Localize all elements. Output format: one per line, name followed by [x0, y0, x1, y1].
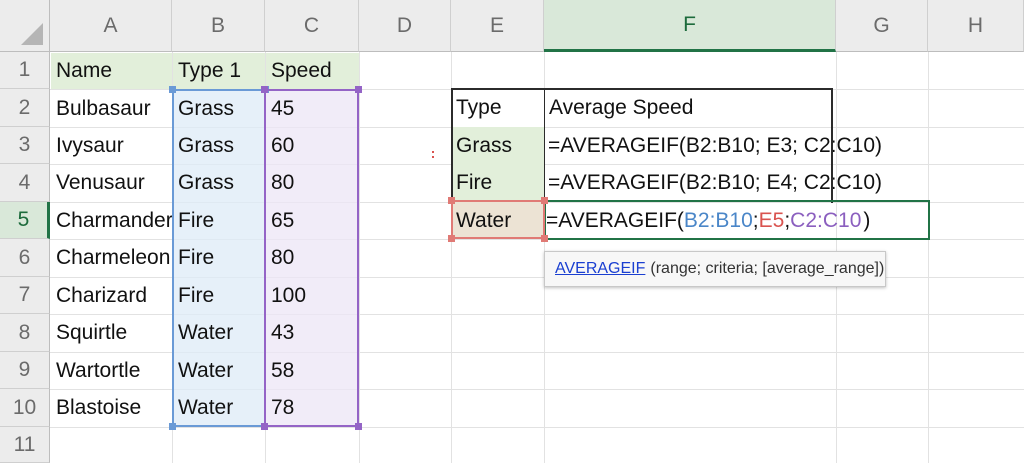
row-header-9[interactable]: 9	[0, 352, 50, 389]
cell-e4[interactable]: Fire	[451, 164, 544, 202]
column-header-a[interactable]: A	[50, 0, 172, 52]
cell-a3[interactable]: Ivysaur	[51, 127, 172, 164]
row-header-10[interactable]: 10	[0, 389, 50, 427]
function-help-link[interactable]: AVERAGEIF	[555, 260, 645, 278]
gridline	[359, 52, 360, 463]
range-handle[interactable]	[169, 86, 176, 93]
formula-suffix: )	[863, 208, 871, 232]
cell-f2-header-average-speed[interactable]: Average Speed	[544, 89, 836, 127]
cell-f5-formula-editor[interactable]: =AVERAGEIF(B2:B10; E5; C2:C10)	[544, 202, 870, 239]
cell-c2[interactable]: 45	[266, 90, 359, 127]
cell-c1-header-speed[interactable]: Speed	[266, 53, 359, 89]
cell-c5[interactable]: 65	[266, 202, 359, 239]
cell-a6[interactable]: Charmeleon	[51, 239, 172, 277]
column-header-f[interactable]: F	[544, 0, 836, 52]
range-handle[interactable]	[169, 423, 176, 430]
gridline	[928, 52, 929, 463]
row-header-6[interactable]: 6	[0, 239, 50, 277]
cell-c7[interactable]: 100	[266, 277, 359, 314]
cell-a7[interactable]: Charizard	[51, 277, 172, 314]
cell-b2[interactable]: Grass	[173, 90, 265, 127]
row-header-4[interactable]: 4	[0, 164, 50, 202]
cell-b1-header-type[interactable]: Type 1	[173, 53, 265, 89]
range-handle[interactable]	[541, 235, 548, 242]
column-header-c[interactable]: C	[265, 0, 359, 52]
select-all-triangle-icon	[21, 23, 43, 45]
cell-e2-header-type[interactable]: Type	[451, 89, 544, 127]
cell-b6[interactable]: Fire	[173, 239, 265, 277]
cell-b4[interactable]: Grass	[173, 164, 265, 202]
column-header-g[interactable]: G	[836, 0, 928, 52]
range-handle[interactable]	[261, 423, 268, 430]
cell-a1-header-name[interactable]: Name	[51, 53, 172, 89]
cell-a8[interactable]: Squirtle	[51, 314, 172, 352]
row-header-8[interactable]: 8	[0, 314, 50, 352]
cell-c3[interactable]: 60	[266, 127, 359, 164]
cell-a5[interactable]: Charmander	[51, 202, 173, 239]
range-handle[interactable]	[355, 86, 362, 93]
range-handle[interactable]	[448, 197, 455, 204]
cell-f4-formula[interactable]: =AVERAGEIF(B2:B10; E4; C2:C10)	[544, 164, 882, 202]
column-header-h[interactable]: H	[928, 0, 1024, 52]
row-header-3[interactable]: 3	[0, 127, 50, 164]
cell-a9[interactable]: Wartortle	[51, 352, 172, 389]
cell-b9[interactable]: Water	[173, 352, 265, 389]
cell-a4[interactable]: Venusaur	[51, 164, 172, 202]
spreadsheet-grid: A B C D E F G H 1 2 3 4 5 6 7 8 9 10 11 …	[0, 0, 1024, 463]
row-header-5[interactable]: 5	[0, 202, 50, 239]
cell-f3-formula[interactable]: =AVERAGEIF(B2:B10; E3; C2:C10)	[544, 127, 882, 164]
formula-prefix: =AVERAGEIF(	[546, 208, 684, 232]
range-handle[interactable]	[541, 197, 548, 204]
red-dot-marker	[432, 151, 434, 153]
cell-b8[interactable]: Water	[173, 314, 265, 352]
column-header-e[interactable]: E	[451, 0, 544, 52]
cell-a10[interactable]: Blastoise	[51, 389, 172, 427]
function-arguments: (range; criteria; [average_range])	[650, 260, 885, 277]
cell-c10[interactable]: 78	[266, 389, 359, 427]
cell-b10[interactable]: Water	[173, 389, 265, 427]
red-dot-marker	[432, 156, 434, 158]
cell-b7[interactable]: Fire	[173, 277, 265, 314]
cell-b3[interactable]: Grass	[173, 127, 265, 164]
cell-a2[interactable]: Bulbasaur	[51, 90, 172, 127]
column-header-d[interactable]: D	[359, 0, 451, 52]
cell-c6[interactable]: 80	[266, 239, 359, 277]
cell-c4[interactable]: 80	[266, 164, 359, 202]
select-all-corner[interactable]	[0, 0, 50, 52]
row-header-7[interactable]: 7	[0, 277, 50, 314]
formula-criteria-ref: E5	[758, 208, 785, 232]
formula-range-ref: B2:B10	[683, 208, 753, 232]
row-header-1[interactable]: 1	[0, 52, 50, 89]
function-signature-tooltip: AVERAGEIF (range; criteria; [average_ran…	[544, 251, 886, 287]
range-handle[interactable]	[261, 86, 268, 93]
cell-c8[interactable]: 43	[266, 314, 359, 352]
cell-e3[interactable]: Grass	[451, 127, 544, 164]
formula-average-range-ref: C2:C10	[790, 208, 862, 232]
range-handle[interactable]	[448, 235, 455, 242]
gridline	[50, 427, 1024, 428]
cell-c9[interactable]: 58	[266, 352, 359, 389]
column-header-b[interactable]: B	[172, 0, 265, 52]
cell-b5[interactable]: Fire	[173, 202, 265, 239]
cell-e5[interactable]: Water	[451, 202, 544, 239]
row-header-2[interactable]: 2	[0, 89, 50, 127]
row-header-11[interactable]: 11	[0, 427, 50, 463]
range-handle[interactable]	[355, 423, 362, 430]
